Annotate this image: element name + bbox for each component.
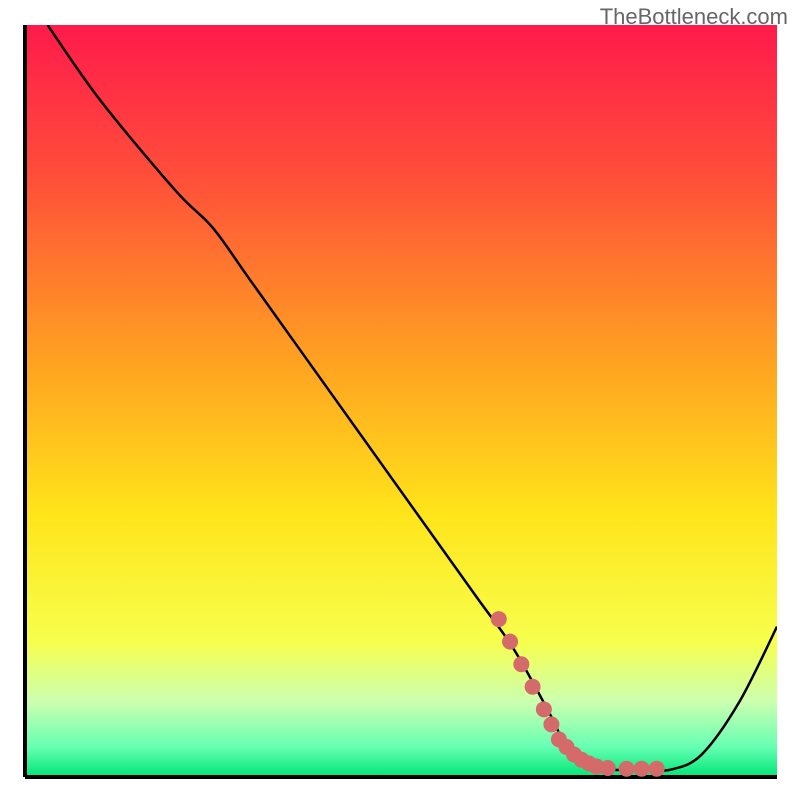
bottleneck-chart bbox=[0, 0, 800, 800]
highlight-dot bbox=[513, 656, 529, 672]
highlight-dot bbox=[543, 716, 559, 732]
highlight-dot bbox=[600, 760, 616, 776]
highlight-dot bbox=[525, 679, 541, 695]
highlight-dot bbox=[649, 761, 665, 777]
chart-container: TheBottleneck.com bbox=[0, 0, 800, 800]
highlight-dot bbox=[619, 761, 635, 777]
watermark-label: TheBottleneck.com bbox=[600, 4, 788, 30]
highlight-dot bbox=[502, 634, 518, 650]
highlight-dot bbox=[491, 611, 507, 627]
gradient-background bbox=[25, 25, 777, 777]
highlight-dot bbox=[536, 701, 552, 717]
highlight-dot bbox=[634, 761, 650, 777]
